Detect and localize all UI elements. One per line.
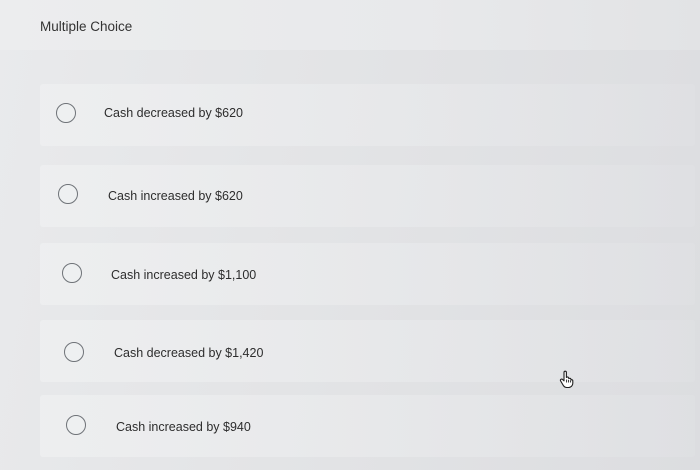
radio-unselected-icon[interactable] <box>56 103 76 123</box>
answer-option-4[interactable]: Cash decreased by $1,420 <box>40 320 695 382</box>
answer-option-label: Cash decreased by $620 <box>104 106 243 120</box>
question-panel: Multiple Choice Cash decreased by $620 C… <box>0 0 700 470</box>
answer-option-1[interactable]: Cash decreased by $620 <box>40 84 695 146</box>
radio-unselected-icon[interactable] <box>58 184 78 204</box>
hand-pointer-icon <box>559 370 574 388</box>
radio-unselected-icon[interactable] <box>66 415 86 435</box>
answer-option-label: Cash increased by $1,100 <box>111 268 257 282</box>
answer-option-3[interactable]: Cash increased by $1,100 <box>40 243 695 305</box>
radio-unselected-icon[interactable] <box>64 342 84 362</box>
question-type-title: Multiple Choice <box>40 19 133 34</box>
answer-option-label: Cash decreased by $1,420 <box>114 346 264 360</box>
answer-option-label: Cash increased by $620 <box>108 189 243 203</box>
answer-option-5[interactable]: Cash increased by $940 <box>40 395 695 457</box>
answer-option-label: Cash increased by $940 <box>116 420 251 434</box>
radio-unselected-icon[interactable] <box>62 263 82 283</box>
answer-option-2[interactable]: Cash increased by $620 <box>40 165 695 227</box>
